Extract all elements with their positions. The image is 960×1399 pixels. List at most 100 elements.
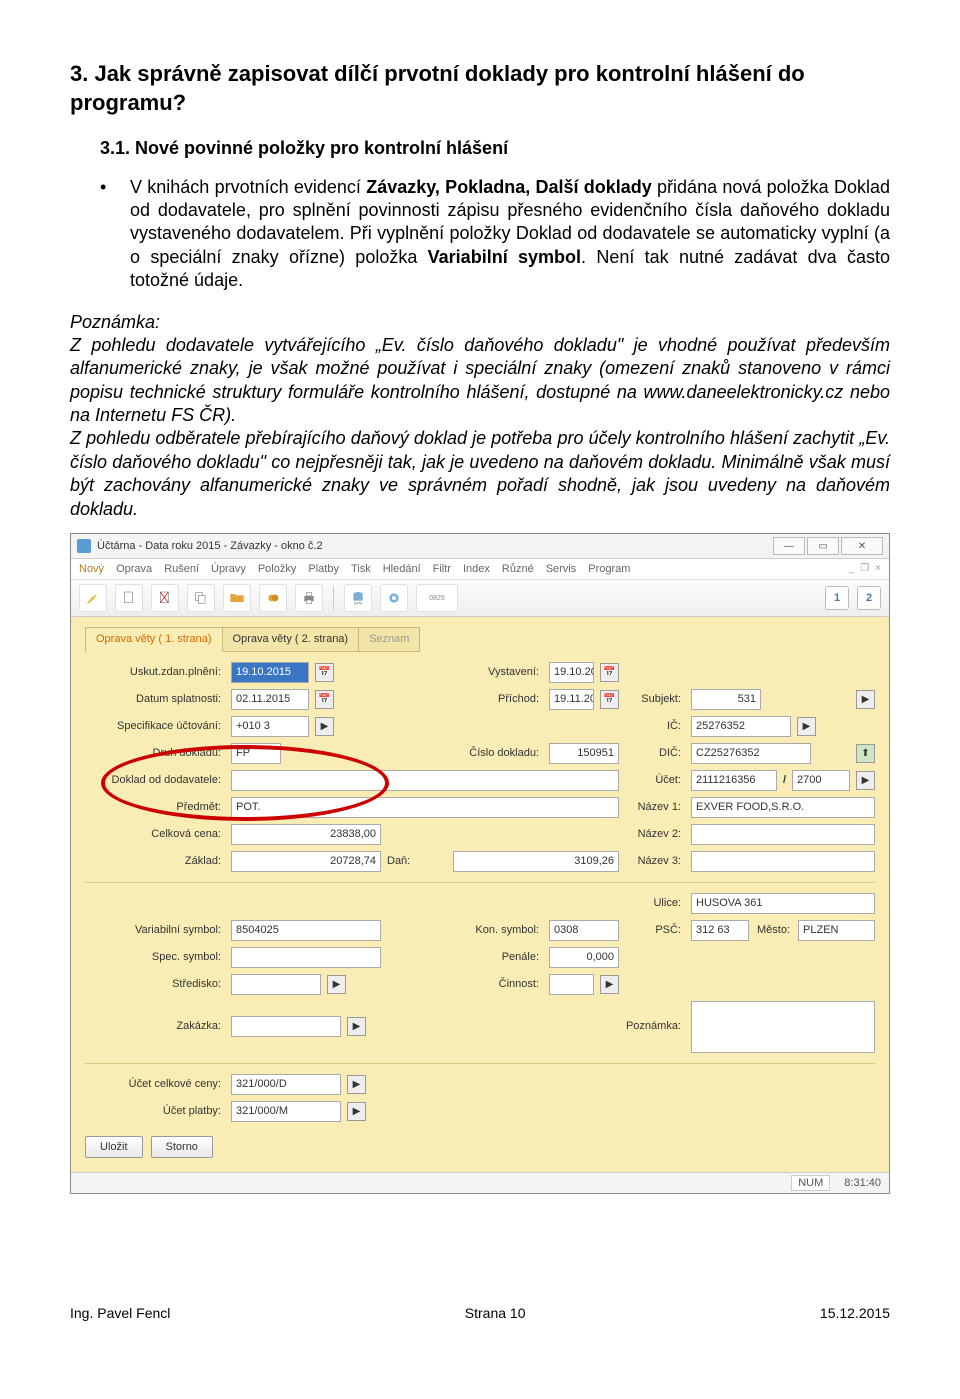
menubar: Nový Oprava Rušení Úpravy Položky Platby… [71,559,889,580]
maximize-button[interactable]: ▭ [807,537,839,555]
stredisko-input[interactable] [231,974,321,995]
menu-polozky[interactable]: Položky [258,562,297,576]
label-splatnost: Datum splatnosti: [85,692,225,706]
toolbar-stamp-icon[interactable]: 0825 [416,584,458,612]
menu-oprava[interactable]: Oprava [116,562,152,576]
tab-strana-1[interactable]: Oprava věty ( 1. strana) [85,627,223,651]
label-stredisko: Středisko: [85,977,225,991]
celkova-input[interactable]: 23838,00 [231,824,381,845]
app-window: Účtárna - Data roku 2015 - Závazky - okn… [70,533,890,1194]
vs-input[interactable]: 8504025 [231,920,381,941]
prichod-input[interactable]: 19.11.2015 [549,689,594,710]
page-1-button[interactable]: 1 [825,586,849,610]
label-psc: PSČ: [625,923,685,937]
nazev2-input[interactable] [691,824,875,845]
storno-button[interactable]: Storno [151,1136,213,1158]
ulice-input[interactable]: HUSOVA 361 [691,893,875,914]
window-controls: — ▭ ✕ [773,537,883,555]
spec-uct-input[interactable]: +010 3 [231,716,309,737]
ulozit-button[interactable]: Uložit [85,1136,143,1158]
calendar-icon[interactable]: 📅 [600,690,619,709]
ucet-b-input[interactable]: 2700 [792,770,850,791]
mesto-input[interactable]: PLZEN [798,920,875,941]
ucet-pl-input[interactable]: 321/000/M [231,1101,341,1122]
mdi-close-icon[interactable]: × [875,562,881,576]
nazev1-input[interactable]: EXVER FOOD,S.R.O. [691,797,875,818]
ucet-cc-input[interactable]: 321/000/D [231,1074,341,1095]
zaklad-input[interactable]: 20728,74 [231,851,381,872]
menu-ruseni[interactable]: Rušení [164,562,199,576]
druh-input[interactable]: FP [231,743,281,764]
status-time: 8:31:40 [844,1176,881,1190]
menu-novy[interactable]: Nový [79,562,104,576]
ss-input[interactable] [231,947,381,968]
vystaveni-input[interactable]: 19.10.2015 [549,662,594,683]
menu-filtr[interactable]: Filtr [433,562,451,576]
ks-input[interactable]: 0308 [549,920,619,941]
lookup-icon[interactable]: ▶ [856,771,875,790]
toolbar-new-icon[interactable] [115,584,143,612]
predmet-input[interactable]: POT. [231,797,619,818]
menu-program[interactable]: Program [588,562,630,576]
toolbar-print-icon[interactable] [295,584,323,612]
lookup-icon[interactable]: ▶ [600,975,619,994]
label-nazev3: Název 3: [625,854,685,868]
toolbar-settings-icon[interactable] [380,584,408,612]
label-ulice: Ulice: [625,896,685,910]
penale-input[interactable]: 0,000 [549,947,619,968]
page-2-button[interactable]: 2 [857,586,881,610]
minimize-button[interactable]: — [773,537,805,555]
dan-input[interactable]: 3109,26 [453,851,619,872]
tab-strana-2[interactable]: Oprava věty ( 2. strana) [222,627,360,651]
mdi-min-icon[interactable]: _ [849,562,855,576]
cislo-dokladu-input[interactable]: 150951 [549,743,619,764]
close-button[interactable]: ✕ [841,537,883,555]
toolbar-quill-icon[interactable] [79,584,107,612]
lookup-icon[interactable]: ▶ [327,975,346,994]
lookup-icon[interactable]: ▶ [315,717,334,736]
toolbar-data-icon[interactable]: DATA [344,584,372,612]
calendar-icon[interactable]: 📅 [600,663,619,682]
note-body-2: Z pohledu odběratele přebírajícího daňov… [70,428,890,518]
label-ucet-pl: Účet platby: [85,1104,225,1118]
dok-od-dod-input[interactable] [231,770,619,791]
tab-seznam[interactable]: Seznam [358,627,420,651]
nazev3-input[interactable] [691,851,875,872]
menu-ruzne[interactable]: Různé [502,562,534,576]
poznamka-input[interactable] [691,1001,875,1053]
menu-hledani[interactable]: Hledání [383,562,421,576]
ucet-a-input[interactable]: 2111216356 [691,770,777,791]
label-penale: Penále: [453,950,543,964]
note-paragraph: Poznámka: Z pohledu dodavatele vytvářejí… [70,311,890,522]
mdi-restore-icon[interactable]: ❐ [860,562,869,576]
subjekt-input[interactable]: 531 [691,689,761,710]
cinnost-input[interactable] [549,974,594,995]
menu-index[interactable]: Index [463,562,490,576]
lookup-icon[interactable]: ▶ [797,717,816,736]
toolbar-delete-icon[interactable] [151,584,179,612]
label-ucet-cc: Účet celkové ceny: [85,1077,225,1091]
menu-servis[interactable]: Servis [546,562,577,576]
lookup-icon[interactable]: ▶ [347,1017,366,1036]
menu-tisk[interactable]: Tisk [351,562,371,576]
zakazka-input[interactable] [231,1016,341,1037]
splatnost-input[interactable]: 02.11.2015 [231,689,309,710]
lookup-icon[interactable]: ▶ [856,690,875,709]
toolbar-folder-icon[interactable] [223,584,251,612]
menu-platby[interactable]: Platby [308,562,339,576]
label-nazev1: Název 1: [625,800,685,814]
uskut-input[interactable]: 19.10.2015 [231,662,309,683]
lookup-icon[interactable]: ▶ [347,1075,366,1094]
calendar-icon[interactable]: 📅 [315,690,334,709]
ic-input[interactable]: 25276352 [691,716,791,737]
toolbar-money-icon[interactable] [259,584,287,612]
calendar-icon[interactable]: 📅 [315,663,334,682]
menu-upravy[interactable]: Úpravy [211,562,246,576]
psc-input[interactable]: 312 63 [691,920,749,941]
lookup-icon[interactable]: ▶ [347,1102,366,1121]
dic-input[interactable]: CZ25276352 [691,743,811,764]
section-heading: 3. Jak správně zapisovat dílčí prvotní d… [70,60,890,117]
toolbar-copy-icon[interactable] [187,584,215,612]
verify-icon[interactable]: ⬆ [856,744,875,763]
label-ic: IČ: [625,719,685,733]
